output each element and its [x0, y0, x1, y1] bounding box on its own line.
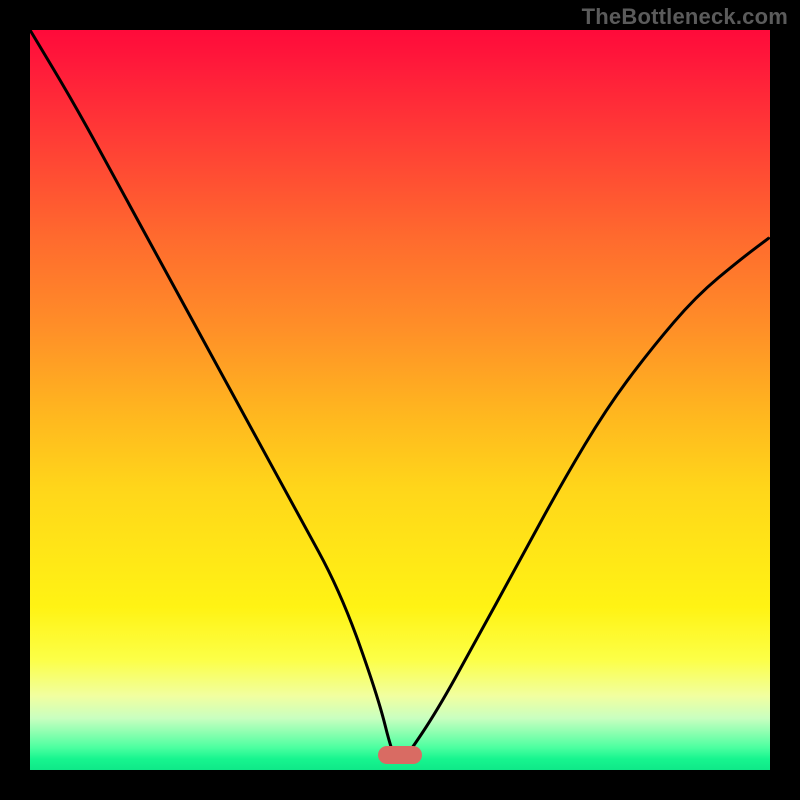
chart-frame: TheBottleneck.com	[0, 0, 800, 800]
optimum-marker	[378, 746, 422, 764]
curve-path	[30, 30, 770, 761]
gradient-plot-area	[30, 30, 770, 770]
bottleneck-curve	[30, 30, 770, 770]
watermark-text: TheBottleneck.com	[582, 4, 788, 30]
